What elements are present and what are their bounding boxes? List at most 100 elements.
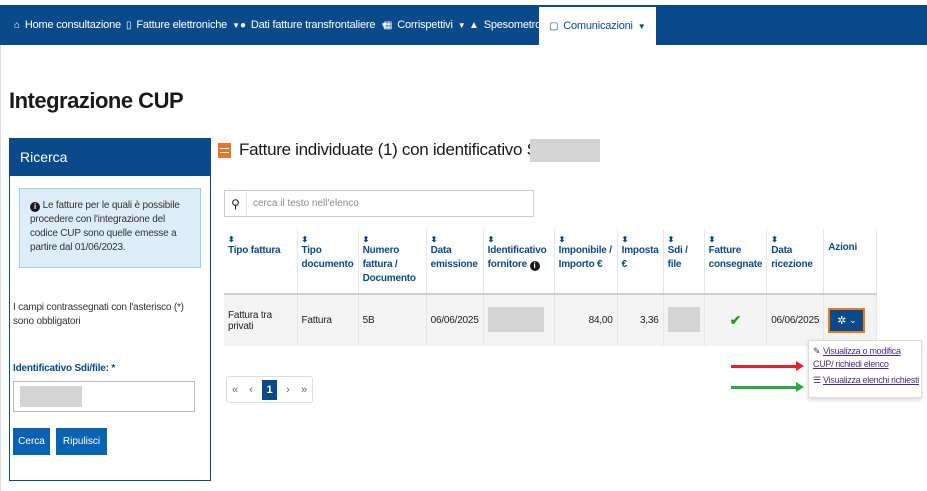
pencil-icon: ✎	[813, 346, 821, 356]
nav-label: Corrispettivi	[397, 19, 453, 31]
caret-down-icon: ▼	[457, 20, 466, 30]
info-icon: i	[529, 261, 540, 271]
search-placeholder: cerca il testo nell'elenco	[253, 198, 359, 209]
page-title: Integrazione CUP	[9, 88, 184, 113]
nav-spesometro[interactable]: ▲ Spesometro	[469, 5, 541, 45]
sort-icon: ⬍	[558, 235, 566, 244]
redacted-value	[667, 306, 700, 332]
col-tipo-fattura[interactable]: ⬍ Tipo fattura	[224, 229, 298, 295]
redacted-value	[20, 386, 82, 407]
nav-label: Dati fatture transfrontaliere	[250, 19, 376, 31]
pagination: « ‹ 1 › »	[226, 376, 313, 403]
cell-azioni: ✲ ⌄	[823, 294, 878, 346]
cell-fatture-consegnate: ✔	[704, 294, 768, 346]
chevron-down-icon: ⌄	[849, 315, 857, 325]
globe-icon: ●	[240, 19, 246, 31]
col-data-ricezione[interactable]: ⬍ Data ricezione	[766, 229, 825, 295]
col-fatture-consegnate[interactable]: ⬍ Fatture consegnate	[704, 229, 768, 295]
menu-item-label: Visualizza elenchi richiesti	[823, 375, 919, 385]
building-icon: ▲	[469, 19, 479, 31]
cell-data-ricezione: 06/06/2025	[766, 294, 825, 346]
sort-icon: ⬍	[301, 235, 309, 244]
col-label: Data emissione	[430, 245, 478, 270]
nav-comunicazioni[interactable]: ▢ Comunicazioni ▼	[539, 7, 656, 45]
col-tipo-documento[interactable]: ⬍ Tipo documento	[297, 229, 359, 295]
cerca-button[interactable]: Cerca	[13, 428, 50, 455]
top-navbar: ⌂ Home consultazione ▯ Fatture elettroni…	[0, 5, 927, 45]
col-label: Imponibile / Importo €	[558, 245, 612, 270]
first-page-button[interactable]: «	[227, 384, 243, 396]
ripulisci-button[interactable]: Ripulisci	[56, 428, 107, 455]
required-note: I campi contrassegnati con l'asterisco (…	[13, 302, 184, 327]
info-icon: i	[30, 202, 40, 212]
cell-imponibile: 84,00	[554, 294, 618, 346]
sort-icon: ⬍	[362, 235, 370, 244]
cell-data-emissione: 06/06/2025	[426, 294, 484, 346]
col-data-emissione[interactable]: ⬍ Data emissione	[426, 229, 484, 295]
nav-label: Comunicazioni	[563, 20, 633, 32]
col-label: Tipo fattura	[228, 245, 281, 256]
green-arrow-annotation	[731, 382, 804, 392]
sort-icon: ⬍	[621, 235, 629, 244]
info-box: i Le fatture per le quali è possibile pr…	[19, 188, 201, 268]
redacted-value	[487, 306, 544, 332]
nav-label: Fatture elettroniche	[136, 19, 228, 31]
col-label: Fatture consegnate	[708, 245, 763, 270]
caret-down-icon: ▼	[232, 20, 240, 30]
file-icon: ▢	[549, 20, 559, 32]
col-imponibile[interactable]: ⬍ Imponibile / Importo €	[554, 229, 618, 295]
nav-corrispettivi[interactable]: ▦ Corrispettivi ▼	[383, 5, 466, 45]
col-label: Tipo documento	[301, 245, 354, 270]
page-border	[0, 45, 1, 491]
gear-icon: ✲	[837, 315, 847, 327]
last-page-button[interactable]: »	[296, 384, 312, 396]
cell-identificativo-fornitore	[483, 294, 555, 346]
col-label: Imposta €	[621, 245, 659, 270]
nav-home-consultazione[interactable]: ⌂ Home consultazione	[14, 5, 121, 45]
col-azioni: Azioni	[823, 229, 878, 295]
col-imposta[interactable]: ⬍ Imposta €	[617, 229, 664, 295]
col-label: Azioni	[828, 242, 858, 253]
sort-icon: ⬍	[708, 235, 716, 244]
calculator-icon: ▦	[383, 19, 393, 31]
col-label: Numero fattura / Documento	[362, 245, 416, 284]
sort-icon: ⬍	[487, 235, 495, 244]
current-page[interactable]: 1	[262, 379, 277, 400]
nav-label: Home consultazione	[24, 19, 121, 31]
nav-label: Spesometro	[483, 19, 542, 31]
col-sdi-file[interactable]: ⬍ Sdi / file	[663, 229, 705, 295]
cell-sdi-file	[663, 294, 705, 346]
search-panel: Ricerca i Le fatture per le quali è poss…	[9, 138, 211, 481]
info-text: Le fatture per le quali è possibile proc…	[30, 200, 180, 253]
search-panel-title: Ricerca	[10, 139, 210, 176]
cell-imposta: 3,36	[617, 294, 664, 346]
identificativo-sdi-input[interactable]	[13, 381, 195, 412]
redacted-sdi-id	[530, 139, 600, 162]
nav-fatture-elettroniche[interactable]: ▯ Fatture elettroniche ▼	[126, 5, 240, 45]
sort-icon: ⬍	[228, 235, 235, 244]
prev-page-button[interactable]: ‹	[243, 384, 259, 396]
cell-tipo-fattura: Fattura tra privati	[224, 294, 298, 346]
cell-tipo-documento: Fattura	[297, 294, 359, 346]
identificativo-sdi-label: Identificativo Sdi/file: *	[13, 363, 116, 374]
actions-menu: ✎ Visualizza o modifica CUP/ richiedi ele…	[808, 340, 922, 398]
col-numero-fattura[interactable]: ⬍ Numero fattura / Documento	[358, 229, 427, 295]
menu-item-visualizza-elenchi-richiesti[interactable]: ☰ Visualizza elenchi richiesti	[813, 374, 921, 387]
sort-icon: ⬍	[430, 235, 438, 244]
results-table: ⬍ Tipo fattura ⬍ Tipo documento ⬍ Numero fa…	[224, 229, 878, 346]
nav-dati-fatture-transfrontaliere[interactable]: ● Dati fatture transfrontaliere ▼	[240, 5, 388, 45]
home-icon: ⌂	[14, 19, 20, 31]
table-search[interactable]: ⚲ cerca il testo nell'elenco	[224, 190, 534, 217]
search-icon: ⚲	[225, 191, 247, 216]
col-label: Data ricezione	[771, 245, 813, 270]
col-identificativo-fornitore[interactable]: ⬍ Identificativo fornitore i	[483, 229, 555, 295]
sort-icon: ⬍	[667, 235, 675, 244]
cell-numero: 5B	[358, 294, 427, 346]
document-icon: ▯	[126, 19, 132, 31]
next-page-button[interactable]: ›	[280, 384, 296, 396]
table-header-row: ⬍ Tipo fattura ⬍ Tipo documento ⬍ Numero fa…	[224, 229, 878, 295]
results-title: Fatture individuate (1) con identificati…	[218, 140, 576, 160]
menu-item-visualizza-modifica-cup[interactable]: ✎ Visualizza o modifica CUP/ richiedi ele…	[813, 345, 921, 371]
actions-dropdown-button[interactable]: ✲ ⌄	[828, 308, 866, 333]
red-arrow-annotation	[731, 361, 804, 371]
